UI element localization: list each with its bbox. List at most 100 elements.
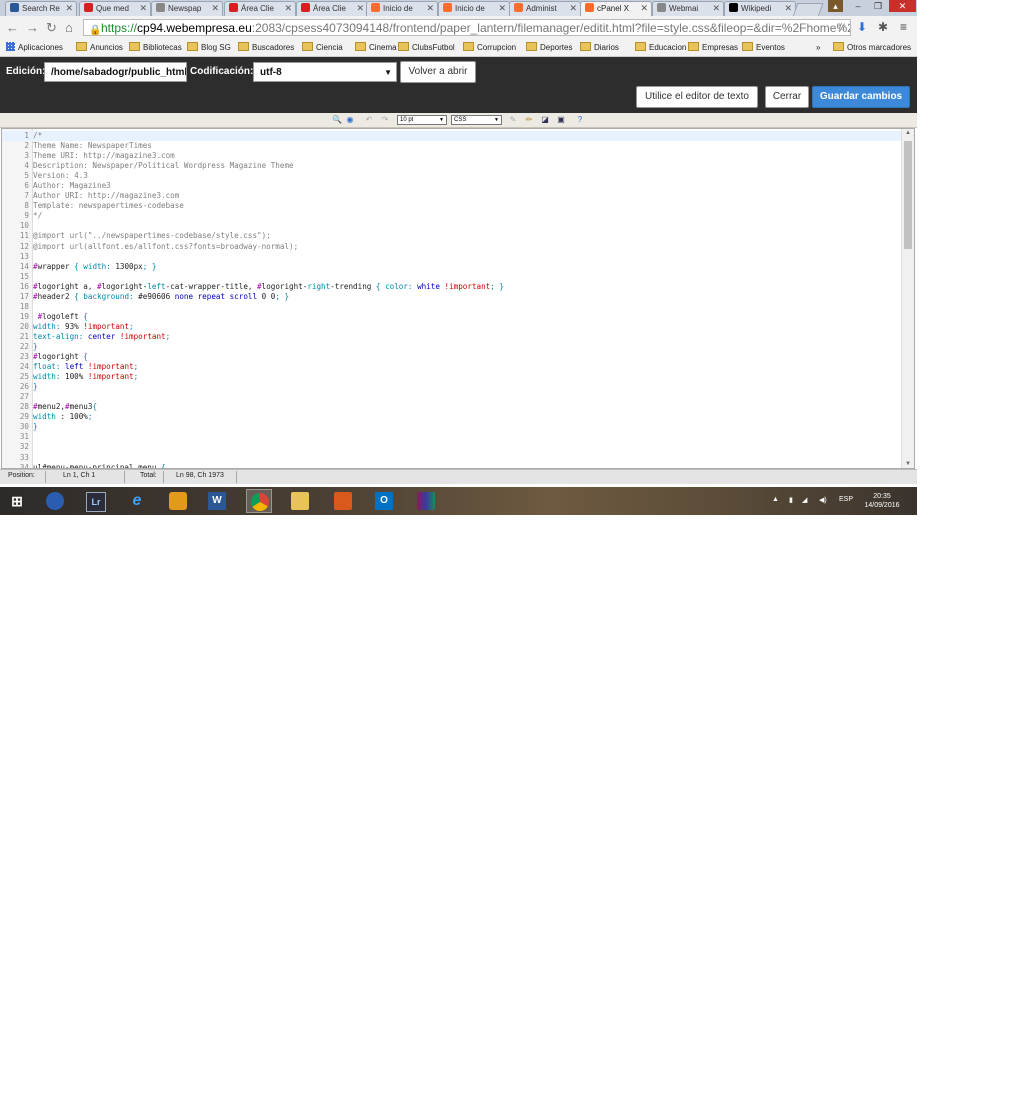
close-tab-icon[interactable]: ✕: [569, 2, 577, 15]
save-button[interactable]: Guardar cambios: [812, 86, 910, 108]
browser-tab[interactable]: Search Re ✕: [5, 1, 77, 16]
encoding-select[interactable]: utf-8 ▼: [253, 62, 397, 82]
browser-tab[interactable]: Inicio de ✕: [366, 1, 438, 16]
taskbar-app[interactable]: Lr: [82, 489, 108, 513]
highlight-icon[interactable]: ✎: [508, 115, 518, 125]
redo-icon[interactable]: ↷: [380, 115, 390, 125]
url-bar[interactable]: 🔒 https://cp94.webempresa.eu:2083/cpsess…: [83, 19, 851, 36]
bookmark-item[interactable]: Ciencia: [302, 42, 343, 53]
bookmark-item[interactable]: Educacion: [635, 42, 686, 53]
extension-icon[interactable]: ⬇: [857, 20, 867, 34]
taskbar-app[interactable]: [246, 489, 272, 513]
scroll-thumb[interactable]: [904, 141, 912, 249]
close-tab-icon[interactable]: ✕: [211, 2, 219, 15]
battery-icon[interactable]: ▮: [789, 496, 793, 504]
code-content[interactable]: 1 /* 2 Theme Name: NewspaperTimes 3 Theme URI…: [2, 131, 504, 468]
eraser-icon[interactable]: ◪: [540, 115, 550, 125]
bookmark-item[interactable]: Anuncios: [76, 42, 123, 53]
close-tab-icon[interactable]: ✕: [498, 2, 506, 15]
browser-tab[interactable]: Newspap ✕: [151, 1, 223, 16]
bookmark-item[interactable]: Blog SG: [187, 42, 231, 53]
user-icon[interactable]: ▴: [828, 0, 843, 12]
browser-tab[interactable]: Administ ✕: [509, 1, 581, 16]
reopen-button[interactable]: Volver a abrir: [400, 61, 476, 83]
taskbar-app[interactable]: [413, 489, 439, 513]
home-icon[interactable]: ⌂: [65, 20, 73, 35]
close-tab-icon[interactable]: ✕: [712, 2, 720, 15]
restore-icon[interactable]: ❐: [868, 0, 888, 12]
bookmark-other[interactable]: Otros marcadores: [833, 42, 911, 53]
taskbar-app[interactable]: ⊞: [4, 489, 30, 513]
close-tab-icon[interactable]: ✕: [426, 2, 434, 15]
folder-icon: [76, 42, 87, 51]
text-editor-button[interactable]: Utilice el editor de texto: [636, 86, 758, 108]
taskbar-app[interactable]: W: [204, 489, 230, 513]
bookmark-item[interactable]: Diarios: [580, 42, 619, 53]
network-icon[interactable]: ◢: [802, 496, 807, 504]
browser-tab[interactable]: Wikipedi ✕: [724, 1, 796, 16]
menu-icon[interactable]: ≡: [900, 20, 907, 34]
close-window-icon[interactable]: ✕: [889, 0, 916, 12]
bookmark-item[interactable]: Buscadores: [238, 42, 294, 53]
code-line: 26}: [2, 382, 504, 392]
forward-icon[interactable]: →: [26, 20, 39, 35]
bookmark-item[interactable]: ClubsFutbol: [398, 42, 455, 53]
minimize-icon[interactable]: –: [848, 0, 868, 12]
taskbar-app[interactable]: [165, 489, 191, 513]
syntax-select[interactable]: CSS ▼: [451, 115, 502, 125]
font-size-select[interactable]: 10 pt ▼: [397, 115, 447, 125]
taskbar-app[interactable]: [287, 489, 313, 513]
tray-expand-icon[interactable]: ▲: [772, 496, 779, 503]
system-clock[interactable]: 20:35 14/09/2016: [862, 492, 902, 510]
volume-icon[interactable]: ◀): [819, 496, 827, 504]
search-icon[interactable]: 🔍: [332, 115, 342, 125]
extension-puzzle-icon[interactable]: ✱: [878, 20, 888, 34]
back-icon[interactable]: ←: [6, 20, 19, 35]
bookmark-item[interactable]: Corrupcion: [463, 42, 516, 53]
browser-tab[interactable]: Área Clie ✕: [224, 1, 296, 16]
webempresa-icon: [84, 3, 93, 12]
close-tab-icon[interactable]: ✕: [356, 2, 364, 15]
taskbar-app[interactable]: e: [124, 489, 150, 513]
file-path-field[interactable]: /home/sabadogr/public_html: [44, 62, 187, 82]
browser-tab[interactable]: cPanel X ✕: [580, 1, 652, 16]
code-line: 2 Theme Name: NewspaperTimes: [2, 141, 504, 151]
bookmarks-more[interactable]: »: [816, 42, 820, 53]
language-indicator[interactable]: ESP: [839, 496, 853, 503]
help-icon[interactable]: ?: [575, 115, 585, 125]
bookmark-item[interactable]: Cinema: [355, 42, 397, 53]
code-token: */: [33, 211, 43, 221]
taskbar-app[interactable]: [42, 489, 68, 513]
close-button[interactable]: Cerrar: [765, 86, 809, 108]
close-tab-icon[interactable]: ✕: [65, 2, 73, 15]
scroll-up-icon[interactable]: ▲: [902, 130, 914, 136]
code-token: #e90606: [138, 291, 175, 301]
close-tab-icon[interactable]: ✕: [784, 2, 792, 15]
star-icon[interactable]: ☆: [836, 20, 847, 34]
close-tab-icon[interactable]: ✕: [139, 2, 147, 15]
url-host: cp94.webempresa.eu: [137, 21, 252, 35]
scroll-down-icon[interactable]: ▼: [902, 461, 914, 467]
close-tab-icon[interactable]: ✕: [284, 2, 292, 15]
taskbar-app[interactable]: O: [371, 489, 397, 513]
taskbar-app[interactable]: [330, 489, 356, 513]
bookmark-item[interactable]: Deportes: [526, 42, 572, 53]
undo-icon[interactable]: ↶: [364, 115, 374, 125]
reload-icon[interactable]: ↻: [46, 20, 57, 36]
pen-icon[interactable]: ✏: [524, 115, 534, 125]
bookmark-item[interactable]: Aplicaciones: [6, 42, 63, 53]
bookmark-item[interactable]: Bibliotecas: [129, 42, 182, 53]
goto-line-icon[interactable]: ◉: [345, 115, 355, 125]
fullscreen-icon[interactable]: ▣: [556, 115, 566, 125]
close-tab-icon[interactable]: ✕: [640, 2, 648, 15]
bookmark-item[interactable]: Eventos: [742, 42, 785, 53]
browser-tab[interactable]: Que med ✕: [79, 1, 151, 16]
code-editor[interactable]: 1 /* 2 Theme Name: NewspaperTimes 3 Theme URI…: [1, 128, 915, 469]
browser-tab[interactable]: Webmai ✕: [652, 1, 724, 16]
vertical-scrollbar[interactable]: ▲ ▼: [901, 129, 914, 468]
line-number: 17: [19, 291, 29, 301]
browser-tab[interactable]: Área Clie ✕: [296, 1, 368, 16]
bookmark-item[interactable]: Empresas: [688, 42, 738, 53]
browser-tab[interactable]: Inicio de ✕: [438, 1, 510, 16]
new-tab-button[interactable]: [792, 3, 824, 17]
